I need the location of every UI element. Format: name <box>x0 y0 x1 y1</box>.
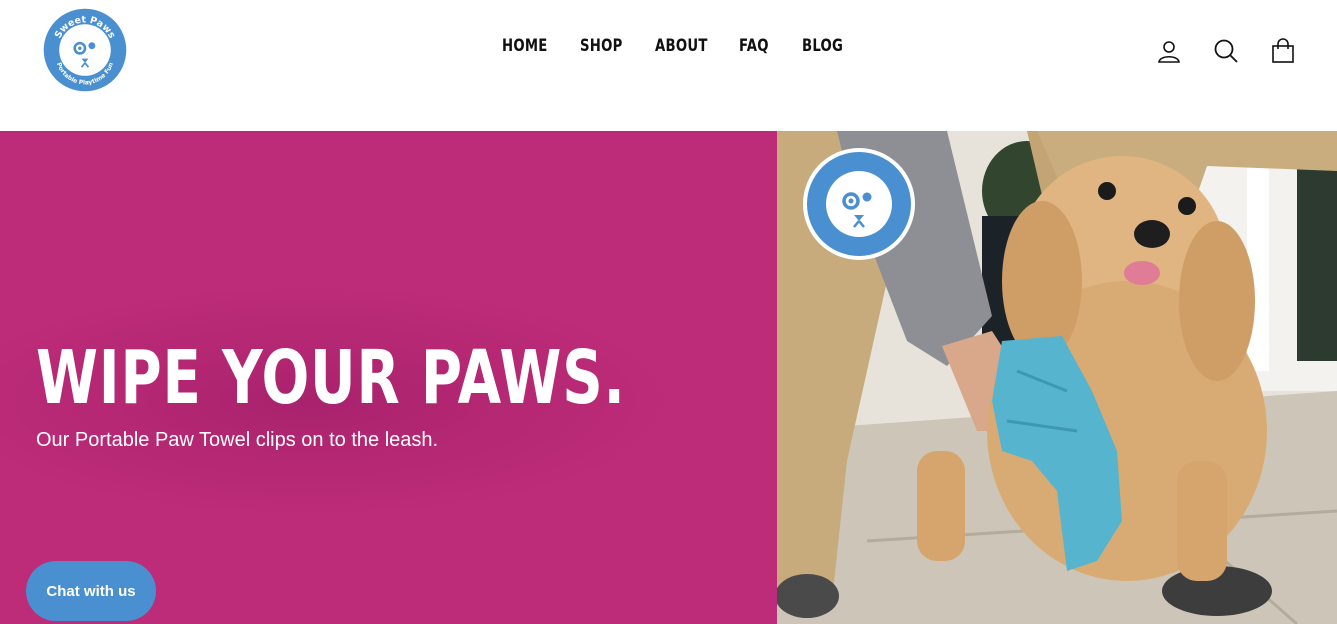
hero-text-panel: WIPE YOUR PAWS. Our Portable Paw Towel c… <box>0 131 777 624</box>
nav-blog[interactable]: BLOG <box>802 36 843 56</box>
site-header: Sweet Paws Portable Playtime Fun HOME SH… <box>0 0 1337 131</box>
hero-subtitle: Our Portable Paw Towel clips on to the l… <box>36 429 439 451</box>
hero-title: WIPE YOUR PAWS. <box>36 335 626 421</box>
nav-about[interactable]: ABOUT <box>655 36 708 56</box>
hero-banner: WIPE YOUR PAWS. Our Portable Paw Towel c… <box>0 131 1337 624</box>
chat-button[interactable]: Chat with us <box>26 561 156 621</box>
nav-faq[interactable]: FAQ <box>739 36 769 56</box>
cart-icon[interactable] <box>1269 37 1297 65</box>
search-icon[interactable] <box>1212 37 1240 65</box>
nav-home[interactable]: HOME <box>502 36 548 56</box>
dog-wiping-paws-photo <box>777 131 1337 624</box>
hero-image <box>777 131 1337 624</box>
account-icon[interactable] <box>1155 37 1183 65</box>
header-icons <box>1155 37 1305 65</box>
nav-shop[interactable]: SHOP <box>580 36 623 56</box>
brand-logo[interactable]: Sweet Paws Portable Playtime Fun <box>42 7 128 93</box>
sticker-logo <box>803 148 915 260</box>
